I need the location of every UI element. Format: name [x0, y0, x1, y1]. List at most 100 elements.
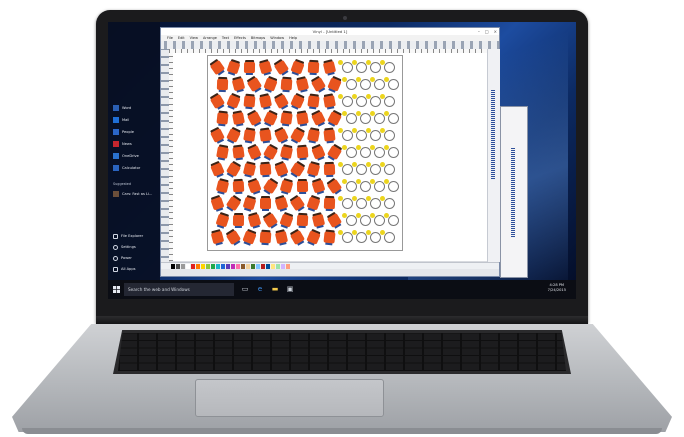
orange-figure-graphic[interactable]	[247, 111, 262, 126]
orange-figure-graphic[interactable]	[274, 230, 289, 245]
yellow-figure-graphic[interactable]	[338, 60, 343, 65]
orange-figure-graphic[interactable]	[327, 77, 342, 92]
yellow-figure-graphic[interactable]	[370, 213, 375, 218]
orange-figure-graphic[interactable]	[311, 145, 326, 160]
circle-figure-graphic[interactable]	[384, 130, 395, 141]
orange-figure-graphic[interactable]	[306, 162, 321, 177]
orange-figure-graphic[interactable]	[289, 161, 306, 178]
orange-figure-graphic[interactable]	[274, 94, 289, 109]
orange-figure-graphic[interactable]	[259, 231, 272, 244]
circle-figure-graphic[interactable]	[384, 164, 395, 175]
orange-figure-graphic[interactable]	[232, 146, 245, 159]
windows-start-icon[interactable]	[113, 286, 120, 293]
orange-figure-graphic[interactable]	[262, 178, 279, 195]
circle-figure-graphic[interactable]	[388, 181, 399, 192]
task-view-icon[interactable]: ▭	[241, 285, 249, 293]
start-item-file-explorer[interactable]: File Explorer	[113, 232, 143, 240]
yellow-figure-graphic[interactable]	[366, 162, 371, 167]
orange-figure-graphic[interactable]	[242, 230, 257, 245]
yellow-figure-graphic[interactable]	[380, 196, 385, 201]
start-item-news[interactable]: News	[113, 140, 132, 148]
yellow-figure-graphic[interactable]	[352, 60, 357, 65]
orange-figure-graphic[interactable]	[209, 93, 226, 110]
document-page[interactable]	[207, 55, 403, 251]
yellow-figure-graphic[interactable]	[380, 94, 385, 99]
orange-figure-graphic[interactable]	[307, 95, 320, 108]
start-item-mail[interactable]: Mail	[113, 116, 129, 124]
yellow-figure-graphic[interactable]	[338, 230, 343, 235]
file-explorer-taskbar-icon[interactable]: ▬	[271, 285, 279, 293]
start-item-word[interactable]: Word	[113, 104, 131, 112]
orange-figure-graphic[interactable]	[247, 145, 262, 160]
orange-figure-graphic[interactable]	[226, 94, 241, 109]
orange-figure-graphic[interactable]	[263, 111, 278, 126]
orange-figure-graphic[interactable]	[263, 145, 278, 160]
orange-figure-graphic[interactable]	[225, 195, 242, 212]
orange-figure-graphic[interactable]	[295, 77, 310, 92]
orange-figure-graphic[interactable]	[232, 214, 245, 227]
orange-figure-graphic[interactable]	[279, 145, 294, 160]
orange-figure-graphic[interactable]	[216, 146, 229, 159]
minimize-button[interactable]: –	[478, 29, 480, 34]
yellow-figure-graphic[interactable]	[338, 162, 343, 167]
orange-figure-graphic[interactable]	[323, 129, 336, 142]
start-item-all-apps[interactable]: All Apps	[113, 265, 136, 273]
yellow-figure-graphic[interactable]	[384, 213, 389, 218]
orange-figure-graphic[interactable]	[280, 112, 293, 125]
orange-figure-graphic[interactable]	[225, 161, 242, 178]
orange-figure-graphic[interactable]	[296, 214, 309, 227]
yellow-figure-graphic[interactable]	[352, 230, 357, 235]
orange-figure-graphic[interactable]	[242, 196, 257, 211]
suggested-app[interactable]: Cars: Fast as Li...	[113, 190, 152, 198]
orange-figure-graphic[interactable]	[311, 179, 326, 194]
orange-figure-graphic[interactable]	[310, 76, 327, 93]
orange-figure-graphic[interactable]	[296, 180, 309, 193]
yellow-figure-graphic[interactable]	[380, 162, 385, 167]
orange-figure-graphic[interactable]	[327, 111, 342, 126]
circle-figure-graphic[interactable]	[388, 79, 399, 90]
orange-figure-graphic[interactable]	[247, 213, 262, 228]
circle-figure-graphic[interactable]	[388, 147, 399, 158]
start-item-settings[interactable]: Settings	[113, 243, 136, 251]
orange-figure-graphic[interactable]	[216, 78, 229, 91]
orange-figure-graphic[interactable]	[306, 196, 321, 211]
yellow-figure-graphic[interactable]	[370, 77, 375, 82]
orange-figure-graphic[interactable]	[326, 212, 343, 229]
orange-figure-graphic[interactable]	[225, 229, 242, 246]
orange-figure-graphic[interactable]	[290, 60, 305, 75]
orange-figure-graphic[interactable]	[273, 59, 290, 76]
orange-figure-graphic[interactable]	[307, 61, 320, 74]
circle-figure-graphic[interactable]	[384, 198, 395, 209]
maximize-button[interactable]: □	[485, 29, 489, 34]
yellow-figure-graphic[interactable]	[338, 94, 343, 99]
start-item-onedrive[interactable]: OneDrive	[113, 152, 139, 160]
yellow-figure-graphic[interactable]	[384, 111, 389, 116]
orange-figure-graphic[interactable]	[243, 95, 256, 108]
start-item-people[interactable]: People	[113, 128, 134, 136]
orange-figure-graphic[interactable]	[232, 180, 245, 193]
orange-figure-graphic[interactable]	[226, 128, 241, 143]
orange-figure-graphic[interactable]	[242, 162, 257, 177]
orange-figure-graphic[interactable]	[296, 112, 309, 125]
yellow-figure-graphic[interactable]	[342, 213, 347, 218]
yellow-figure-graphic[interactable]	[338, 196, 343, 201]
yellow-figure-graphic[interactable]	[352, 128, 357, 133]
orange-figure-graphic[interactable]	[209, 59, 226, 76]
orange-figure-graphic[interactable]	[210, 162, 225, 177]
yellow-figure-graphic[interactable]	[356, 179, 361, 184]
orange-figure-graphic[interactable]	[210, 230, 225, 245]
orange-figure-graphic[interactable]	[289, 195, 306, 212]
yellow-figure-graphic[interactable]	[384, 145, 389, 150]
orange-figure-graphic[interactable]	[232, 112, 245, 125]
taskbar-search-box[interactable]: Search the web and Windows	[124, 283, 234, 296]
orange-figure-graphic[interactable]	[259, 163, 272, 176]
yellow-figure-graphic[interactable]	[370, 111, 375, 116]
orange-figure-graphic[interactable]	[258, 94, 273, 109]
orange-figure-graphic[interactable]	[210, 128, 225, 143]
yellow-figure-graphic[interactable]	[384, 77, 389, 82]
yellow-figure-graphic[interactable]	[342, 145, 347, 150]
orange-figure-graphic[interactable]	[274, 162, 289, 177]
yellow-figure-graphic[interactable]	[356, 77, 361, 82]
orange-figure-graphic[interactable]	[247, 179, 262, 194]
orange-figure-graphic[interactable]	[326, 144, 343, 161]
